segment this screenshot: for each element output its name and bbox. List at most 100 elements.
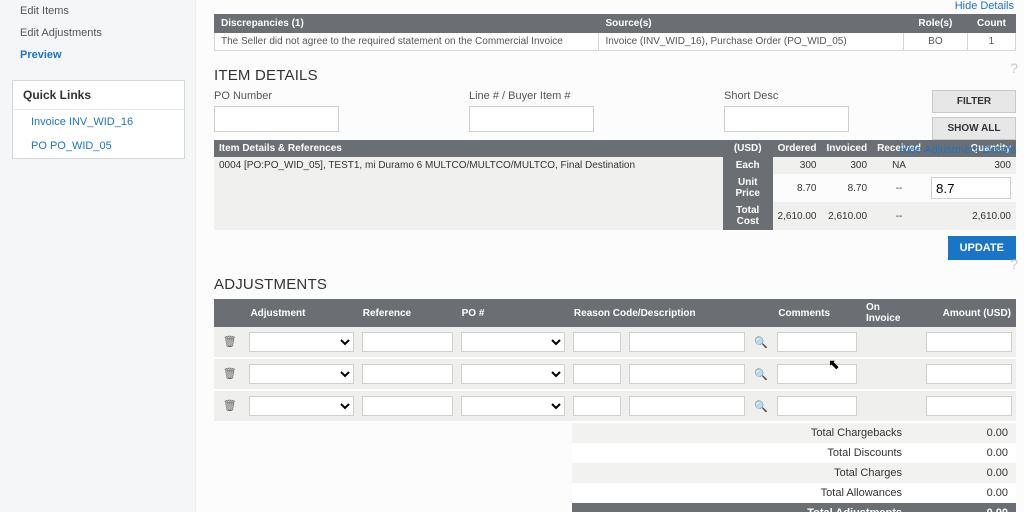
tot-ordered: 2,610.00: [773, 202, 822, 230]
adj-adjustment[interactable]: [249, 396, 353, 416]
adj-h-reference: Reference: [358, 299, 457, 327]
lbl-po: PO Number: [214, 90, 339, 102]
adjustments-title: ADJUSTMENTS: [214, 276, 1016, 293]
adj-po[interactable]: [461, 396, 565, 416]
each-received: NA: [872, 157, 926, 174]
adj-comments[interactable]: [777, 332, 857, 352]
trash-icon[interactable]: 🗑: [223, 399, 237, 413]
adj-h-oninvoice: On Invoice: [861, 299, 922, 327]
side-edit-items[interactable]: Edit Items: [0, 0, 195, 22]
disc-desc: The Seller did not agree to the required…: [215, 33, 599, 51]
disc-h-roles: Role(s): [903, 15, 967, 33]
unit-ordered: 8.70: [773, 174, 822, 202]
tot-invoiced: 2,610.00: [821, 202, 872, 230]
adj-reason-desc[interactable]: [629, 396, 745, 416]
quick-link-invoice[interactable]: Invoice INV_WID_16: [13, 110, 184, 134]
lookup-icon[interactable]: 🔍: [754, 400, 768, 413]
side-preview[interactable]: Preview: [0, 44, 195, 66]
adj-comments[interactable]: [777, 396, 857, 416]
filter-button[interactable]: FILTER: [932, 90, 1016, 113]
row-total: Total Cost: [723, 202, 773, 230]
quick-link-po[interactable]: PO PO_WID_05: [13, 134, 184, 158]
side-edit-adjustments[interactable]: Edit Adjustments: [0, 22, 195, 44]
adj-amount[interactable]: [926, 396, 1012, 416]
item-ref: 0004 [PO:PO_WID_05], TEST1, mi Duramo 6 …: [214, 157, 723, 230]
adjustments-table: Adjustment Reference PO # Reason Code/De…: [214, 299, 1016, 423]
adj-h-po: PO #: [457, 299, 569, 327]
hd-usd: (USD): [723, 140, 773, 157]
item-details-title: ITEM DETAILS: [214, 67, 1016, 84]
adj-reason-desc[interactable]: [629, 364, 745, 384]
unit-invoiced: 8.70: [821, 174, 872, 202]
each-ordered: 300: [773, 157, 822, 174]
tot-chargebacks-lbl: Total Chargebacks: [572, 423, 910, 443]
trash-icon[interactable]: 🗑: [223, 335, 237, 349]
adj-po[interactable]: [461, 364, 565, 384]
adj-reference[interactable]: [362, 332, 453, 352]
hide-adjustment-link[interactable]: Hide Adjustment Details: [899, 144, 1016, 156]
adj-h-amount: Amount (USD): [922, 299, 1016, 327]
disc-sources: Invoice (INV_WID_16), Purchase Order (PO…: [599, 33, 903, 51]
item-details-table: Item Details & References (USD) Ordered …: [214, 140, 1016, 230]
unit-qty-input[interactable]: [931, 177, 1011, 199]
lbl-desc: Short Desc: [724, 90, 849, 102]
help-icon-adj[interactable]: ?: [1010, 256, 1018, 272]
tot-discounts-val: 0.00: [910, 443, 1016, 463]
tot-discounts-lbl: Total Discounts: [572, 443, 910, 463]
hd-ref: Item Details & References: [214, 140, 723, 157]
adj-po[interactable]: [461, 332, 565, 352]
adj-adjustment[interactable]: [249, 332, 353, 352]
hide-details-link[interactable]: Hide Details: [955, 0, 1014, 12]
each-qty: 300: [926, 157, 1016, 174]
adj-comments[interactable]: [777, 364, 857, 384]
adj-h-adjustment: Adjustment: [245, 299, 357, 327]
adj-reason-code[interactable]: [573, 364, 621, 384]
totals-table: Total Chargebacks0.00 Total Discounts0.0…: [572, 423, 1016, 512]
row-each: Each: [723, 157, 773, 174]
hd-invoiced: Invoiced: [821, 140, 872, 157]
update-button[interactable]: UPDATE: [948, 236, 1016, 260]
tot-charges-val: 0.00: [910, 463, 1016, 483]
help-icon[interactable]: ?: [1010, 60, 1018, 76]
row-unit: Unit Price: [723, 174, 773, 202]
adj-row: 🗑 🔍: [214, 327, 1016, 358]
tot-chargebacks-val: 0.00: [910, 423, 1016, 443]
adj-amount[interactable]: [926, 332, 1012, 352]
trash-icon[interactable]: 🗑: [223, 367, 237, 381]
adj-row: 🗑 🔍: [214, 390, 1016, 422]
tot-received: --: [872, 202, 926, 230]
showall-button[interactable]: SHOW ALL: [932, 117, 1016, 140]
disc-h-count: Count: [967, 15, 1015, 33]
hd-ordered: Ordered: [773, 140, 822, 157]
discrepancies-table: Discrepancies (1) Source(s) Role(s) Coun…: [214, 14, 1016, 51]
adj-adjustment[interactable]: [249, 364, 353, 384]
input-desc[interactable]: [724, 106, 849, 132]
input-po[interactable]: [214, 106, 339, 132]
adj-reason-code[interactable]: [573, 396, 621, 416]
disc-h-desc: Discrepancies (1): [215, 15, 599, 33]
adj-reason-desc[interactable]: [629, 332, 745, 352]
input-line[interactable]: [469, 106, 594, 132]
disc-count: 1: [967, 33, 1015, 51]
adj-reference[interactable]: [362, 364, 453, 384]
tot-charges-lbl: Total Charges: [572, 463, 910, 483]
each-invoiced: 300: [821, 157, 872, 174]
adj-reference[interactable]: [362, 396, 453, 416]
disc-roles: BO: [903, 33, 967, 51]
disc-h-src: Source(s): [599, 15, 903, 33]
lookup-icon[interactable]: 🔍: [754, 336, 768, 349]
adj-row: 🗑 🔍: [214, 358, 1016, 390]
tot-allowances-val: 0.00: [910, 483, 1016, 503]
adj-reason-code[interactable]: [573, 332, 621, 352]
tot-adjust-val: 0.00: [910, 503, 1016, 512]
lookup-icon[interactable]: 🔍: [754, 368, 768, 381]
lbl-line: Line # / Buyer Item #: [469, 90, 594, 102]
adj-h-reason: Reason Code/Description: [569, 299, 773, 327]
tot-allowances-lbl: Total Allowances: [572, 483, 910, 503]
unit-qty-cell: [926, 174, 1016, 202]
adj-amount[interactable]: [926, 364, 1012, 384]
quick-links-title: Quick Links: [13, 81, 184, 110]
filter-bar: PO Number Line # / Buyer Item # Short De…: [214, 90, 1016, 132]
adj-h-comments: Comments: [773, 299, 861, 327]
tot-qty: 2,610.00: [926, 202, 1016, 230]
